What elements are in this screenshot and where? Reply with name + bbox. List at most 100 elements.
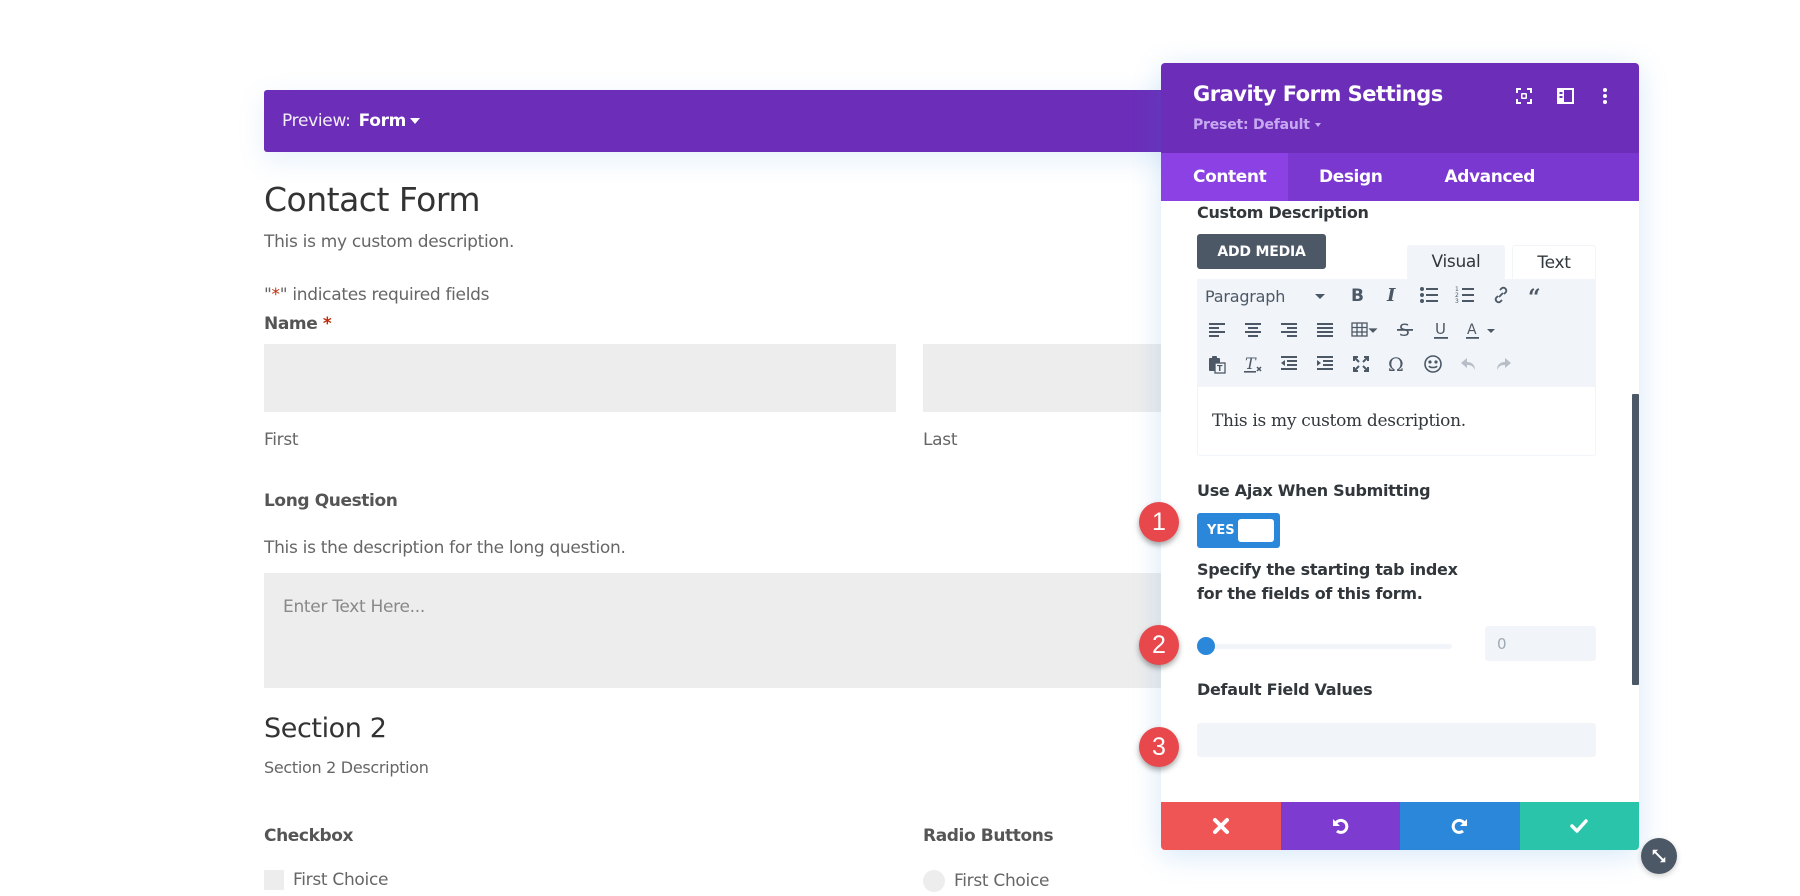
name-label-text: Name bbox=[264, 314, 318, 334]
required-star: * bbox=[271, 285, 281, 305]
save-button[interactable] bbox=[1519, 802, 1639, 850]
editor-tab-text[interactable]: Text bbox=[1512, 245, 1596, 279]
tab-index-input[interactable] bbox=[1485, 626, 1596, 661]
first-sublabel: First bbox=[264, 430, 299, 450]
table-icon[interactable] bbox=[1347, 316, 1383, 344]
redo-button[interactable] bbox=[1400, 802, 1520, 850]
panel-tabs: Content Design Advanced bbox=[1161, 153, 1639, 201]
tab-index-slider[interactable] bbox=[1197, 644, 1452, 649]
more-vertical-icon[interactable] bbox=[1594, 85, 1616, 107]
undo-button[interactable] bbox=[1280, 802, 1400, 850]
numbered-list-icon[interactable]: 123 bbox=[1451, 281, 1479, 309]
name-label: Name * bbox=[264, 314, 332, 334]
section-title: Section 2 bbox=[264, 713, 387, 744]
toggle-state: YES bbox=[1207, 523, 1235, 538]
editor-tab-visual[interactable]: Visual bbox=[1407, 245, 1505, 279]
blockquote-icon[interactable]: “ bbox=[1523, 281, 1551, 309]
clear-formatting-icon[interactable]: T bbox=[1239, 350, 1267, 378]
textarea-placeholder: Enter Text Here... bbox=[283, 597, 425, 617]
fullscreen-icon[interactable] bbox=[1347, 350, 1375, 378]
choice-label: First Choice bbox=[293, 870, 389, 890]
align-left-icon[interactable] bbox=[1203, 316, 1231, 344]
required-note-text: " indicates required fields bbox=[279, 285, 490, 305]
align-justify-icon[interactable] bbox=[1311, 316, 1339, 344]
toolbar-row: S U A bbox=[1197, 316, 1596, 346]
resize-handle[interactable] bbox=[1641, 838, 1677, 874]
format-select[interactable]: Paragraph bbox=[1205, 283, 1335, 309]
svg-text:U: U bbox=[1435, 320, 1446, 338]
redo-icon bbox=[1451, 818, 1467, 834]
form-title: Contact Form bbox=[264, 180, 481, 219]
checkbox-label: Checkbox bbox=[264, 826, 354, 846]
strikethrough-icon[interactable]: S bbox=[1391, 316, 1419, 344]
toolbar-row: Paragraph B I 123 “ bbox=[1197, 281, 1596, 311]
tab-content[interactable]: Content bbox=[1161, 153, 1288, 201]
panel-scrollbar[interactable] bbox=[1632, 394, 1639, 685]
text-color-icon[interactable]: A bbox=[1461, 316, 1501, 344]
default-values-input[interactable] bbox=[1197, 723, 1596, 757]
section-description: Section 2 Description bbox=[264, 758, 429, 777]
resize-arrows-icon bbox=[1652, 849, 1666, 863]
svg-text:B: B bbox=[1351, 286, 1364, 305]
special-character-icon[interactable]: Ω bbox=[1383, 350, 1411, 378]
bold-icon[interactable]: B bbox=[1343, 281, 1371, 309]
slider-handle[interactable] bbox=[1197, 637, 1215, 655]
preview-mode-dropdown[interactable]: Form bbox=[359, 111, 421, 131]
tab-index-label-line2: for the fields of this form. bbox=[1197, 584, 1423, 603]
checkbox[interactable] bbox=[264, 870, 284, 890]
radio-button[interactable] bbox=[923, 870, 945, 892]
svg-text:A: A bbox=[1467, 322, 1477, 338]
align-right-icon[interactable] bbox=[1275, 316, 1303, 344]
svg-text:3: 3 bbox=[1455, 298, 1459, 305]
tab-advanced[interactable]: Advanced bbox=[1413, 153, 1567, 201]
add-media-button[interactable]: ADD MEDIA bbox=[1197, 234, 1326, 269]
preset-dropdown[interactable]: Preset: Default bbox=[1193, 117, 1321, 133]
split-view-icon[interactable] bbox=[1554, 85, 1576, 107]
quote: " bbox=[264, 285, 272, 305]
undo-icon bbox=[1333, 818, 1349, 834]
last-sublabel: Last bbox=[923, 430, 958, 450]
first-name-input[interactable] bbox=[264, 344, 896, 412]
caret-down-icon bbox=[410, 118, 421, 124]
custom-description-label: Custom Description bbox=[1197, 203, 1369, 222]
redo-icon[interactable] bbox=[1489, 350, 1517, 378]
svg-text:Ω: Ω bbox=[1388, 354, 1404, 374]
tab-index-label-line1: Specify the starting tab index bbox=[1197, 560, 1458, 579]
svg-text:I: I bbox=[1386, 285, 1396, 305]
panel-title: Gravity Form Settings bbox=[1193, 82, 1443, 106]
underline-icon[interactable]: U bbox=[1427, 316, 1455, 344]
toggle-knob bbox=[1238, 519, 1274, 542]
annotation-badge-2: 2 bbox=[1139, 625, 1179, 665]
preview-label: Preview: bbox=[282, 111, 351, 131]
long-question-label: Long Question bbox=[264, 491, 398, 511]
emoji-icon[interactable] bbox=[1419, 350, 1447, 378]
tab-design[interactable]: Design bbox=[1288, 153, 1413, 201]
link-icon[interactable] bbox=[1487, 281, 1515, 309]
indent-icon[interactable] bbox=[1311, 350, 1339, 378]
focus-icon[interactable] bbox=[1513, 85, 1535, 107]
undo-icon[interactable] bbox=[1455, 350, 1483, 378]
editor-toolbar: Paragraph B I 123 “ S U A bbox=[1197, 279, 1596, 387]
italic-icon[interactable]: I bbox=[1379, 281, 1407, 309]
paste-as-text-icon[interactable]: T bbox=[1203, 350, 1231, 378]
panel-footer bbox=[1161, 802, 1639, 850]
ajax-toggle[interactable]: YES bbox=[1197, 513, 1280, 548]
required-star: * bbox=[322, 314, 332, 334]
panel-body: Custom Description ADD MEDIA Visual Text… bbox=[1161, 201, 1639, 812]
radio-choice[interactable]: First Choice bbox=[923, 870, 1049, 892]
long-question-textarea[interactable]: Enter Text Here... bbox=[264, 573, 1164, 688]
long-question-description: This is the description for the long que… bbox=[264, 538, 626, 558]
align-center-icon[interactable] bbox=[1239, 316, 1267, 344]
panel-header[interactable]: Gravity Form Settings Preset: Default bbox=[1161, 63, 1639, 153]
outdent-icon[interactable] bbox=[1275, 350, 1303, 378]
close-icon bbox=[1212, 818, 1229, 834]
cancel-button[interactable] bbox=[1161, 802, 1281, 850]
preset-label: Preset: Default bbox=[1193, 117, 1310, 133]
default-values-label: Default Field Values bbox=[1197, 680, 1373, 699]
rich-text-editor[interactable]: This is my custom description. bbox=[1197, 387, 1596, 456]
checkbox-choice[interactable]: First Choice bbox=[264, 870, 388, 890]
bullet-list-icon[interactable] bbox=[1415, 281, 1443, 309]
annotation-badge-3: 3 bbox=[1139, 727, 1179, 767]
format-select-value: Paragraph bbox=[1205, 286, 1286, 306]
svg-text:T: T bbox=[1217, 364, 1223, 373]
